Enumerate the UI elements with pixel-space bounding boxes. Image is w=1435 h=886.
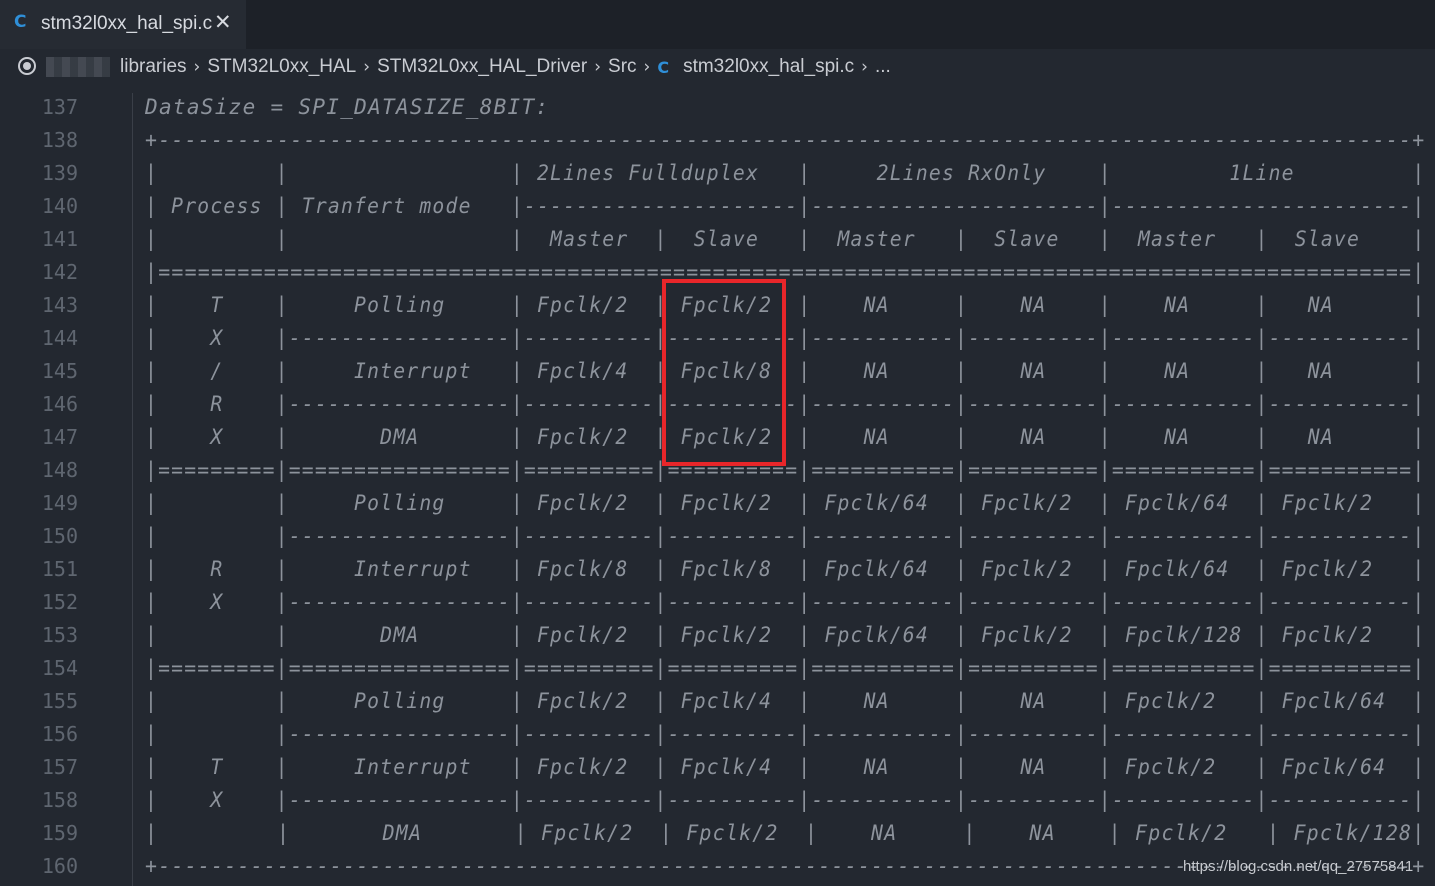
breadcrumb-item-libraries[interactable]: libraries <box>120 56 187 78</box>
code-line[interactable]: DataSize = SPI_DATASIZE_8BIT: <box>145 91 549 124</box>
code-line[interactable]: | | | 2Lines Fullduplex | 2Lines RxOnly … <box>145 157 1425 190</box>
code-line[interactable]: | X |-----------------|----------|------… <box>145 586 1425 619</box>
breadcrumb-item-file[interactable]: stm32l0xx_hal_spi.c <box>683 56 854 78</box>
code-line[interactable]: | T | Interrupt | Fpclk/2 | Fpclk/4 | NA… <box>145 751 1425 784</box>
chevron-right-icon: › <box>363 57 371 77</box>
tab-stm32l0xx-hal-spi[interactable]: C stm32l0xx_hal_spi.c ✕ <box>0 0 246 49</box>
code-line[interactable]: | X |-----------------|----------|------… <box>145 784 1425 817</box>
line-number: 160 <box>41 854 78 878</box>
chevron-right-icon: › <box>643 57 651 77</box>
workspace-root-icon[interactable] <box>18 57 36 75</box>
code-line[interactable]: | Process | Tranfert mode |-------------… <box>145 190 1425 223</box>
code-line[interactable]: |=========|=================|==========|… <box>145 652 1425 685</box>
line-number: 149 <box>41 491 78 515</box>
line-number: 152 <box>41 590 78 614</box>
line-number: 151 <box>41 557 78 581</box>
watermark: https://blog.csdn.net/qq_27575841 <box>1183 858 1414 875</box>
c-file-icon: C <box>14 12 27 32</box>
chevron-right-icon: › <box>594 57 602 77</box>
line-number: 144 <box>41 326 78 350</box>
code-line[interactable]: | | DMA | Fpclk/2 | Fpclk/2 | Fpclk/64 |… <box>145 619 1425 652</box>
breadcrumb-item-stm32l0xx-hal[interactable]: STM32L0xx_HAL <box>207 56 356 78</box>
code-line[interactable]: | | Polling | Fpclk/2 | Fpclk/4 | NA | N… <box>145 685 1425 718</box>
line-number: 157 <box>41 755 78 779</box>
line-number: 154 <box>41 656 78 680</box>
close-icon[interactable]: ✕ <box>214 10 232 34</box>
line-number: 158 <box>41 788 78 812</box>
line-number: 147 <box>41 425 78 449</box>
breadcrumb-item-hal-driver[interactable]: STM32L0xx_HAL_Driver <box>377 56 587 78</box>
line-number: 145 <box>41 359 78 383</box>
code-line[interactable]: | R | Interrupt | Fpclk/8 | Fpclk/8 | Fp… <box>145 553 1425 586</box>
tab-title: stm32l0xx_hal_spi.c <box>41 13 213 34</box>
code-line[interactable]: | | | Master | Slave | Master | Slave | … <box>145 223 1425 256</box>
line-number: 140 <box>41 194 78 218</box>
code-line[interactable]: | | DMA | Fpclk/2 | Fpclk/2 | NA | NA | … <box>145 817 1425 850</box>
code-line[interactable]: +---------------------------------------… <box>145 124 1425 157</box>
line-number: 138 <box>41 128 78 152</box>
chevron-right-icon: › <box>193 57 201 77</box>
line-number: 156 <box>41 722 78 746</box>
breadcrumb-item-src[interactable]: Src <box>608 56 637 78</box>
indent-guide <box>132 93 133 886</box>
code-line[interactable]: | |-----------------|----------|--------… <box>145 718 1425 751</box>
code-line[interactable]: | | Polling | Fpclk/2 | Fpclk/2 | Fpclk/… <box>145 487 1425 520</box>
line-number: 141 <box>41 227 78 251</box>
line-number: 139 <box>41 161 78 185</box>
tab-bar: C stm32l0xx_hal_spi.c ✕ <box>0 0 1435 49</box>
line-number: 148 <box>41 458 78 482</box>
line-number: 153 <box>41 623 78 647</box>
c-file-icon: C <box>657 57 670 77</box>
highlight-box <box>662 279 786 466</box>
line-number: 155 <box>41 689 78 713</box>
redacted-workspace-name <box>46 57 110 77</box>
line-number: 159 <box>41 821 78 845</box>
line-number: 137 <box>41 95 78 119</box>
line-number: 143 <box>41 293 78 317</box>
code-line[interactable]: | |-----------------|----------|--------… <box>145 520 1425 553</box>
chevron-right-icon: › <box>861 57 868 77</box>
line-number: 142 <box>41 260 78 284</box>
breadcrumb-items: libraries › STM32L0xx_HAL › STM32L0xx_HA… <box>120 56 891 78</box>
breadcrumb-item-symbol[interactable]: ... <box>875 56 891 78</box>
line-number: 150 <box>41 524 78 548</box>
line-number: 146 <box>41 392 78 416</box>
